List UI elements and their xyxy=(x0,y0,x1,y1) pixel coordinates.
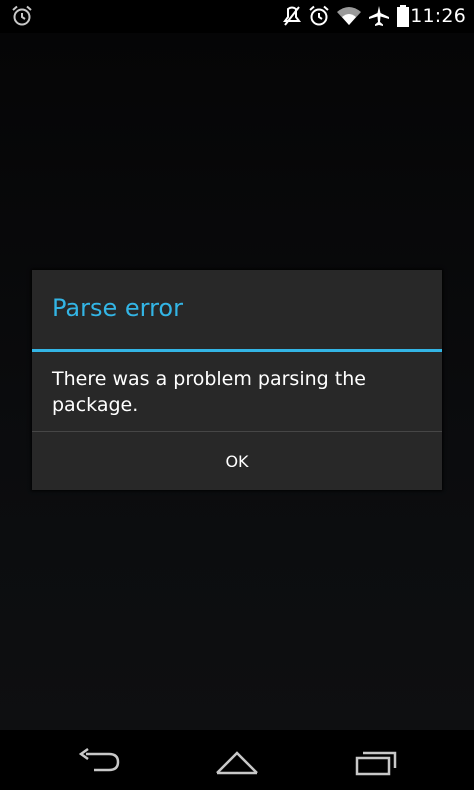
airplane-icon xyxy=(367,4,391,28)
home-icon[interactable] xyxy=(213,746,261,776)
wifi-icon xyxy=(335,4,363,28)
dialog-message: There was a problem parsing the package. xyxy=(52,368,366,416)
status-clock: 11:26 xyxy=(410,5,466,27)
dialog-title: Parse error xyxy=(52,294,183,322)
mute-icon xyxy=(282,4,302,28)
alarm-notification-icon xyxy=(10,4,34,28)
back-icon[interactable] xyxy=(76,746,122,776)
status-bar: 11:26 xyxy=(0,0,474,33)
title-divider xyxy=(32,349,442,352)
alarm-icon xyxy=(307,4,331,28)
ok-button[interactable]: OK xyxy=(32,432,442,490)
battery-icon xyxy=(396,4,410,28)
navigation-bar xyxy=(0,730,474,790)
recents-icon[interactable] xyxy=(354,746,400,776)
